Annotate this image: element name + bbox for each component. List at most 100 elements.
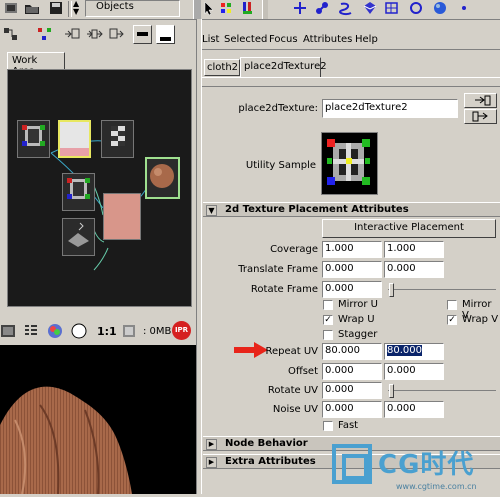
color-channel-icon[interactable] (46, 322, 64, 338)
output-connections-icon[interactable] (108, 26, 126, 42)
utility-sample-swatch (321, 132, 378, 195)
dot-icon[interactable] (455, 0, 473, 16)
move-icon[interactable] (291, 0, 309, 16)
folder-open-icon[interactable] (23, 0, 41, 16)
snapshot-icon[interactable] (22, 323, 40, 339)
menu-attributes[interactable]: Attributes (303, 33, 352, 47)
ipr-button[interactable]: IPR (172, 321, 191, 340)
alpha-channel-icon[interactable] (70, 322, 88, 339)
material-node[interactable] (145, 157, 180, 199)
selection-mode-dropdown[interactable]: Objects (85, 0, 180, 17)
interactive-placement-button[interactable]: Interactive Placement (322, 219, 496, 238)
curve-icon[interactable] (337, 0, 355, 16)
coverage-u-field[interactable]: 1.000 (322, 241, 382, 258)
watermark: CG时代 www.cgtime.com.cn (330, 438, 498, 494)
paint-tool-icon[interactable] (240, 0, 258, 16)
toolbar-separator (68, 1, 72, 17)
texture-node-selected[interactable] (58, 120, 91, 158)
rotate-uv-field[interactable]: 0.000 (322, 382, 382, 399)
menu-focus[interactable]: Focus (269, 33, 298, 47)
wrap-u-label: Wrap U (338, 314, 375, 325)
work-area-tab[interactable]: Work Area (7, 52, 65, 77)
placement-section-title: 2d Texture Placement Attributes (225, 204, 409, 215)
lasso-icon[interactable] (313, 0, 331, 16)
offset-u-field[interactable]: 0.000 (322, 363, 382, 380)
wrap-v-checkbox[interactable]: ✓ (447, 315, 457, 325)
network-icon[interactable] (36, 26, 54, 42)
fast-label: Fast (338, 420, 359, 431)
rotate-uv-slider-track[interactable] (388, 390, 496, 391)
translate-frame-u-field[interactable]: 0.000 (322, 261, 382, 278)
select-arrow-icon[interactable] (200, 0, 218, 16)
collapse-arrow-icon-2: ▶ (206, 457, 217, 468)
io-connections-icon[interactable] (86, 26, 104, 42)
graph-icon[interactable] (2, 26, 20, 42)
selection-mode-label: Objects (96, 1, 134, 12)
toolbar-separator-3 (262, 0, 268, 19)
sphere-icon[interactable] (431, 0, 449, 16)
rotate-frame-label: Rotate Frame (250, 284, 318, 295)
rotate-frame-slider-track[interactable] (388, 289, 496, 290)
repeat-uv-u-field[interactable]: 80.000 (322, 343, 382, 360)
collapse-arrow-icon: ▶ (206, 439, 217, 450)
rotate-uv-label: Rotate UV (267, 385, 318, 396)
tab-cloth2-label: cloth2 (207, 62, 239, 73)
tab-place2dtexture2-label: place2dTexture2 (244, 61, 327, 72)
paint-select-icon[interactable] (218, 0, 236, 16)
render-view-toolbar: 1:1 : 0MB IPR (0, 318, 196, 344)
fast-checkbox[interactable] (323, 421, 333, 431)
menu-help[interactable]: Help (355, 33, 378, 47)
render-frame-icon[interactable] (0, 323, 18, 339)
go-to-output-button[interactable] (464, 109, 497, 124)
layout-b-icon[interactable] (156, 25, 175, 44)
extra-attributes-title: Extra Attributes (225, 456, 316, 467)
rotate-frame-field[interactable]: 0.000 (322, 281, 382, 298)
wrap-u-checkbox[interactable]: ✓ (323, 315, 333, 325)
translate-frame-v-field[interactable]: 0.000 (384, 261, 444, 278)
save-icon[interactable] (47, 0, 65, 16)
render-icon[interactable] (3, 0, 21, 16)
ipr-label: IPR (174, 326, 189, 334)
wrap-v-label: Wrap V (462, 314, 499, 325)
grid-icon[interactable] (383, 0, 401, 16)
cloth-texture-node[interactable] (103, 193, 141, 240)
layout-a-icon[interactable] (133, 25, 152, 44)
watermark-url: www.cgtime.com.cn (396, 482, 477, 491)
noise-uv-v-field[interactable]: 0.000 (384, 401, 444, 418)
checker-node[interactable] (101, 120, 134, 158)
menu-list[interactable]: List (202, 33, 219, 47)
rotate-frame-slider-handle[interactable] (389, 283, 394, 297)
tab-place2dtexture2[interactable]: place2dTexture2 (240, 57, 327, 77)
coverage-v-field[interactable]: 1.000 (384, 241, 444, 258)
hypershade-toolbar (0, 20, 196, 48)
place2dtexture-node-1[interactable] (17, 120, 50, 158)
stagger-label: Stagger (338, 329, 378, 340)
go-to-input-button[interactable] (464, 93, 497, 108)
stagger-checkbox[interactable] (323, 330, 333, 340)
torus-icon[interactable] (407, 0, 425, 16)
placement-section-header[interactable]: ▼ 2d Texture Placement Attributes (203, 202, 500, 217)
offset-v-field[interactable]: 0.000 (384, 363, 444, 380)
rotate-uv-slider-handle[interactable] (389, 384, 394, 398)
node-name-field[interactable]: place2dTexture2 (322, 99, 458, 118)
watermark-brand: CG时代 (378, 450, 475, 480)
menu-selected[interactable]: Selected (224, 33, 267, 47)
main-toolbar: ▲ ▼ Objects (0, 0, 500, 20)
ratio-label[interactable]: 1:1 (97, 325, 117, 338)
node-type-label: place2dTexture: (238, 103, 318, 114)
interactive-placement-label: Interactive Placement (354, 222, 464, 233)
coverage-label: Coverage (270, 244, 318, 255)
place2dtexture-node-2[interactable] (62, 173, 95, 211)
mirror-v-checkbox[interactable] (447, 300, 457, 310)
repeat-uv-v-field[interactable]: 80.000 (384, 343, 444, 360)
bump-node[interactable] (62, 218, 95, 256)
cg-logo-icon (332, 444, 372, 484)
noise-uv-u-field[interactable]: 0.000 (322, 401, 382, 418)
mirror-u-checkbox[interactable] (323, 300, 333, 310)
keep-image-icon[interactable] (120, 322, 138, 338)
cube-icon[interactable] (360, 0, 378, 16)
tab-cloth2[interactable]: cloth2 (204, 59, 240, 76)
chevron-down-icon[interactable]: ▲ ▼ (73, 0, 83, 16)
input-connections-icon[interactable] (63, 26, 81, 42)
attribute-editor-menubar: List Selected Focus Attributes Help (202, 33, 500, 49)
